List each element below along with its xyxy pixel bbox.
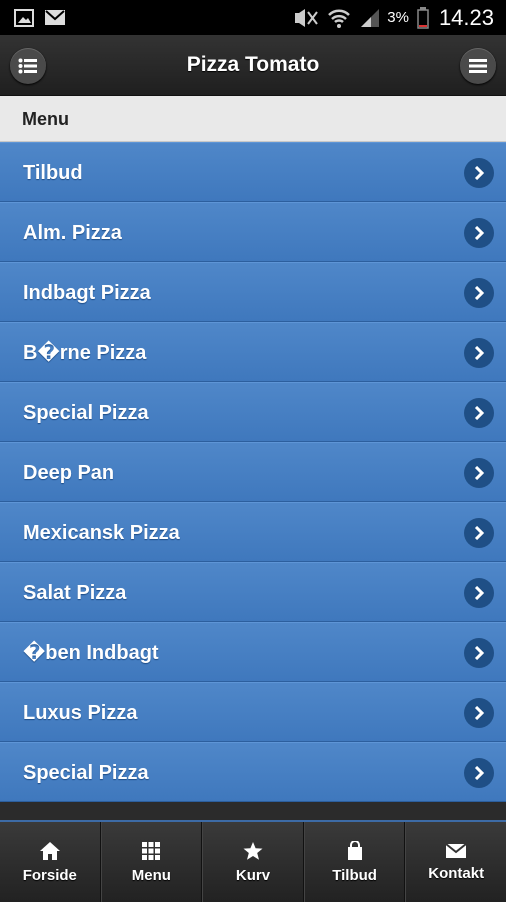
chevron-right-icon <box>464 278 494 308</box>
page-title: Pizza Tomato <box>186 53 320 76</box>
chevron-right-icon <box>464 518 494 548</box>
hamburger-icon <box>469 59 487 73</box>
list-item-mexicansk-pizza[interactable]: Mexicansk Pizza <box>0 502 506 562</box>
tab-kurv[interactable]: Kurv <box>202 822 304 902</box>
battery-percent: 3% <box>387 9 409 26</box>
tab-label: Menu <box>131 866 171 884</box>
list-item-label: Luxus Pizza <box>23 702 138 724</box>
list-item-alm-pizza[interactable]: Alm. Pizza <box>0 202 506 262</box>
hamburger-menu-button[interactable] <box>460 48 496 84</box>
list-item-label: Indbagt Pizza <box>23 282 151 304</box>
mute-icon <box>295 8 319 27</box>
tab-label: Forside <box>22 866 77 884</box>
chevron-right-icon <box>464 758 494 788</box>
list-item-deep-pan[interactable]: Deep Pan <box>0 442 506 502</box>
list-item-borne-pizza[interactable]: B�rne Pizza <box>0 322 506 382</box>
mail-notification-icon <box>45 10 65 25</box>
list-item-luxus-pizza[interactable]: Luxus Pizza <box>0 682 506 742</box>
home-icon <box>39 841 60 860</box>
image-icon <box>14 8 34 27</box>
chevron-right-icon <box>464 338 494 368</box>
mail-icon <box>445 842 467 858</box>
tab-label: Tilbud <box>332 866 377 884</box>
tab-label: Kontakt <box>428 864 485 882</box>
tab-menu[interactable]: Menu <box>100 822 203 902</box>
app-header: Pizza Tomato <box>0 35 506 96</box>
list-item-salat-pizza[interactable]: Salat Pizza <box>0 562 506 622</box>
list-item-tilbud[interactable]: Tilbud <box>0 142 506 202</box>
grid-icon <box>142 841 161 860</box>
chevron-right-icon <box>464 698 494 728</box>
list-item-indbagt-pizza[interactable]: Indbagt Pizza <box>0 262 506 322</box>
list-item-label: B�rne Pizza <box>23 342 147 364</box>
tab-tilbud[interactable]: Tilbud <box>303 822 406 902</box>
chevron-right-icon <box>464 158 494 188</box>
signal-icon <box>361 8 380 27</box>
star-icon <box>243 841 263 860</box>
wifi-icon <box>328 9 351 28</box>
list-item-special-pizza[interactable]: Special Pizza <box>0 382 506 442</box>
status-bar: 3% 14.23 <box>0 0 506 35</box>
tab-label: Kurv <box>235 866 271 884</box>
menu-list: Tilbud Alm. Pizza Indbagt Pizza B�rne Pi… <box>0 142 506 802</box>
tab-forside[interactable]: Forside <box>0 822 101 902</box>
list-item-label: Alm. Pizza <box>23 222 122 244</box>
footer-navbar: Forside Menu Kurv Tilbud Kontakt <box>0 820 506 902</box>
chevron-right-icon <box>464 578 494 608</box>
list-item-label: �ben Indbagt <box>23 642 159 664</box>
bag-icon <box>347 840 362 860</box>
list-item-label: Salat Pizza <box>23 582 127 604</box>
battery-icon <box>417 6 429 29</box>
list-item-label: Mexicansk Pizza <box>23 522 180 544</box>
chevron-right-icon <box>464 458 494 488</box>
chevron-right-icon <box>464 398 494 428</box>
list-item-label: Special Pizza <box>23 762 149 784</box>
list-item-aaben-indbagt[interactable]: �ben Indbagt <box>0 622 506 682</box>
list-item-label: Deep Pan <box>23 462 115 484</box>
list-item-label: Tilbud <box>23 162 83 184</box>
list-divider: Menu <box>0 96 506 142</box>
tab-kontakt[interactable]: Kontakt <box>405 822 506 902</box>
list-item-special-pizza-2[interactable]: Special Pizza <box>0 742 506 802</box>
chevron-right-icon <box>464 218 494 248</box>
list-item-label: Special Pizza <box>23 402 149 424</box>
clock: 14.23 <box>438 4 494 30</box>
chevron-right-icon <box>464 638 494 668</box>
